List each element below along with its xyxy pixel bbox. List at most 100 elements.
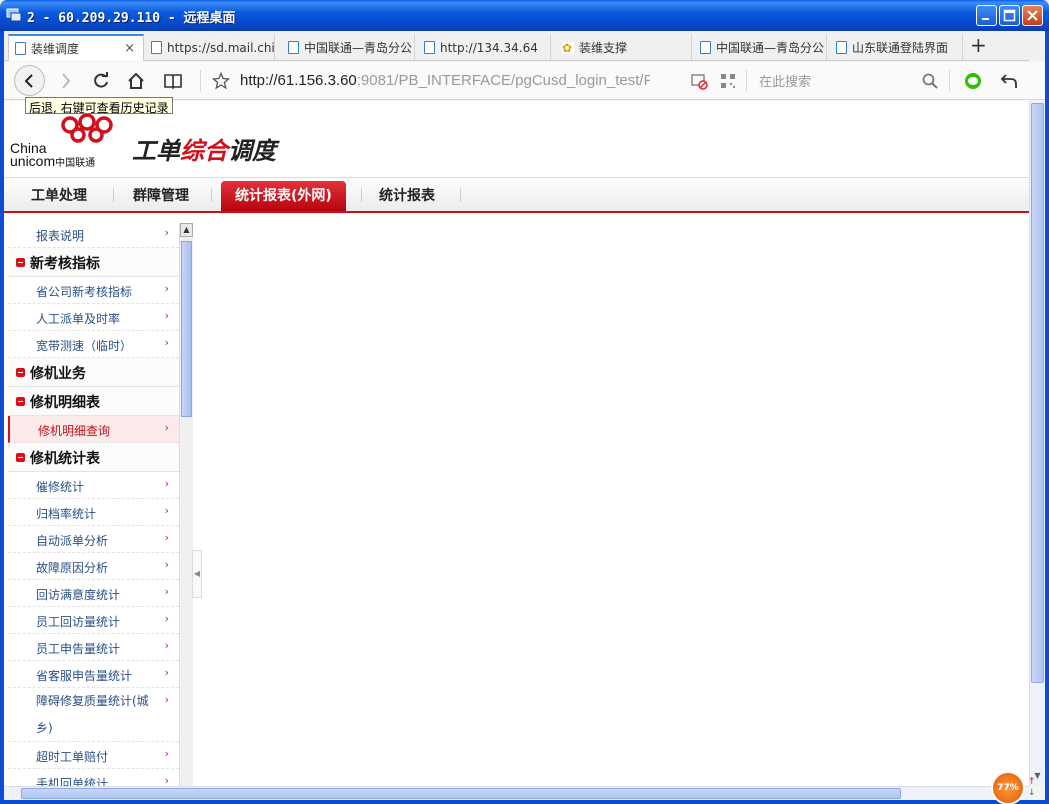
tab-shandong-login[interactable]: 山东联通登陆界面 bbox=[830, 34, 963, 61]
tab-support[interactable]: ✿ 装维支撑 bbox=[556, 34, 692, 61]
sidebar-item[interactable]: 归档率统计 › bbox=[8, 499, 179, 526]
collapse-icon bbox=[16, 368, 25, 377]
undo-icon bbox=[1000, 74, 1017, 88]
window-title: 2 - 60.209.29.110 - 远程桌面 bbox=[27, 11, 236, 26]
chevron-right-icon: › bbox=[164, 477, 169, 490]
sidebar-item[interactable]: 障碍修复质量统计(城乡) › bbox=[8, 688, 179, 742]
close-window-button[interactable] bbox=[1022, 5, 1043, 26]
chevron-right-icon: › bbox=[164, 504, 169, 517]
collapse-icon bbox=[16, 453, 25, 462]
sidebar-group-repair[interactable]: 修机业务 bbox=[8, 358, 179, 387]
gear-icon: ✿ bbox=[562, 40, 574, 55]
forward-arrow-icon bbox=[62, 73, 71, 89]
page-content: China unicom中国联通 工单综合调度 工单处理 群障管理 统计报表(外… bbox=[4, 101, 1029, 786]
sidebar-item[interactable]: 故障原因分析 › bbox=[8, 553, 179, 580]
page-icon bbox=[288, 41, 299, 54]
sidebar-item[interactable]: 员工申告量统计 › bbox=[8, 634, 179, 661]
sidebar-item[interactable]: 回访满意度统计 › bbox=[8, 580, 179, 607]
block-button[interactable] bbox=[689, 71, 709, 91]
chevron-right-icon: › bbox=[164, 558, 169, 571]
collapse-icon bbox=[16, 397, 25, 406]
chevron-right-icon: › bbox=[164, 747, 169, 760]
sidebar-group-new-kpi[interactable]: 新考核指标 bbox=[8, 248, 179, 277]
close-tab-icon[interactable]: × bbox=[124, 41, 135, 56]
navigation-bar: http://61.156.3.60:9081/PB_INTERFACE/pgC… bbox=[4, 62, 1045, 100]
scroll-up-icon[interactable]: ▲ bbox=[180, 223, 193, 237]
no-ads-icon bbox=[691, 74, 708, 90]
page-icon bbox=[836, 41, 847, 54]
sidebar-item[interactable]: 手机回单统计 › bbox=[8, 769, 179, 786]
window-title-bar[interactable]: 2 - 60.209.29.110 - 远程桌面 bbox=[0, 0, 1049, 31]
minimize-button[interactable] bbox=[976, 5, 997, 26]
qr-code-button[interactable] bbox=[718, 71, 738, 91]
sidebar-item-report-desc[interactable]: 报表说明 › bbox=[8, 221, 179, 248]
main-menu: 工单处理 群障管理 统计报表(外网) 统计报表 bbox=[4, 177, 1029, 213]
chevron-right-icon: › bbox=[164, 612, 169, 625]
sidebar-item[interactable]: 催修统计 › bbox=[8, 472, 179, 499]
reading-mode-button[interactable] bbox=[163, 71, 183, 91]
menu-stats-external[interactable]: 统计报表(外网) bbox=[221, 181, 346, 211]
tab-dispatch[interactable]: 装维调度 × bbox=[8, 34, 144, 61]
close-icon bbox=[1027, 10, 1038, 21]
address-bar[interactable]: http://61.156.3.60:9081/PB_INTERFACE/pgC… bbox=[240, 72, 650, 89]
back-button[interactable] bbox=[14, 65, 45, 96]
refresh-button[interactable] bbox=[91, 71, 111, 91]
page-icon bbox=[15, 42, 26, 55]
page-scroll-thumb[interactable] bbox=[1031, 103, 1044, 683]
page-icon bbox=[151, 41, 162, 54]
sidebar-item[interactable]: 超时工单赔付 › bbox=[8, 742, 179, 769]
menu-group-fault[interactable]: 群障管理 bbox=[133, 185, 189, 205]
chevron-right-icon: › bbox=[164, 531, 169, 544]
divider bbox=[949, 70, 950, 92]
tab-qingdao-2[interactable]: 中国联通—青岛分公 bbox=[694, 34, 827, 61]
sidebar-item-repair-query[interactable]: 修机明细查询 › bbox=[8, 416, 179, 443]
url-path: :9081/PB_INTERFACE/pgCusd_login_test/PE bbox=[356, 72, 650, 89]
divider bbox=[200, 70, 201, 92]
tab-qingdao-1[interactable]: 中国联通—青岛分公 bbox=[282, 34, 415, 61]
tab-ip[interactable]: http://134.34.64 bbox=[418, 34, 551, 61]
search-input[interactable]: 在此搜索 bbox=[759, 71, 811, 90]
sidebar-group-repair-detail[interactable]: 修机明细表 bbox=[8, 387, 179, 416]
book-icon bbox=[164, 74, 182, 90]
qr-code-icon bbox=[721, 74, 735, 88]
remote-desktop-icon bbox=[6, 8, 22, 22]
menu-stats[interactable]: 统计报表 bbox=[379, 185, 435, 205]
menu-ticket-processing[interactable]: 工单处理 bbox=[31, 185, 87, 205]
wechat-button[interactable] bbox=[963, 71, 983, 91]
page-vertical-scrollbar[interactable]: ▼ bbox=[1029, 101, 1045, 786]
speed-ball-widget[interactable]: 77% bbox=[991, 771, 1025, 804]
sidebar-item[interactable]: 宽带测速（临时） › bbox=[8, 331, 179, 358]
page-hscroll-thumb[interactable] bbox=[21, 788, 901, 799]
home-button[interactable] bbox=[126, 71, 146, 91]
maximize-button[interactable] bbox=[999, 5, 1020, 26]
window-frame: 装维调度 × https://sd.mail.chi 中国联通—青岛分公 htt… bbox=[0, 31, 1049, 804]
sidebar-item[interactable]: 人工派单及时率 › bbox=[8, 304, 179, 331]
sidebar-scroll-thumb[interactable] bbox=[181, 241, 192, 417]
search-button[interactable] bbox=[920, 71, 940, 91]
page-icon bbox=[424, 41, 435, 54]
tab-label: 中国联通—青岛分公 bbox=[304, 41, 413, 55]
tab-label: 装维支撑 bbox=[579, 41, 628, 55]
tab-label: 山东联通登陆界面 bbox=[852, 41, 949, 55]
undo-button[interactable] bbox=[999, 71, 1019, 91]
tab-mail[interactable]: https://sd.mail.chi bbox=[145, 34, 275, 61]
forward-button[interactable] bbox=[56, 71, 76, 91]
sidebar-item[interactable]: 员工回访量统计 › bbox=[8, 607, 179, 634]
new-tab-button[interactable]: + bbox=[970, 35, 987, 55]
maximize-icon bbox=[1003, 9, 1016, 22]
chevron-right-icon: › bbox=[164, 421, 169, 434]
page-horizontal-scrollbar[interactable] bbox=[4, 786, 1029, 800]
sidebar-group-repair-stats[interactable]: 修机统计表 bbox=[8, 443, 179, 472]
sidebar-item[interactable]: 自动派单分析 › bbox=[8, 526, 179, 553]
logo-unicom-text: unicom中国联通 bbox=[10, 153, 96, 169]
tab-label: http://134.34.64 bbox=[440, 40, 538, 55]
sidebar-item[interactable]: 省公司新考核指标 › bbox=[8, 277, 179, 304]
favorite-button[interactable] bbox=[211, 71, 231, 91]
back-tooltip: 后退, 右键可查看历史记录 bbox=[25, 97, 173, 115]
sidebar-collapse-handle[interactable]: ◀ bbox=[192, 550, 202, 598]
tab-label: https://sd.mail.chi bbox=[167, 40, 275, 55]
sidebar-item[interactable]: 省客服申告量统计 › bbox=[8, 661, 179, 688]
chevron-right-icon: › bbox=[164, 585, 169, 598]
sidebar-scrollbar[interactable]: ▲ bbox=[179, 223, 193, 786]
network-arrows-icon: ↑ ↓ bbox=[1028, 777, 1036, 798]
